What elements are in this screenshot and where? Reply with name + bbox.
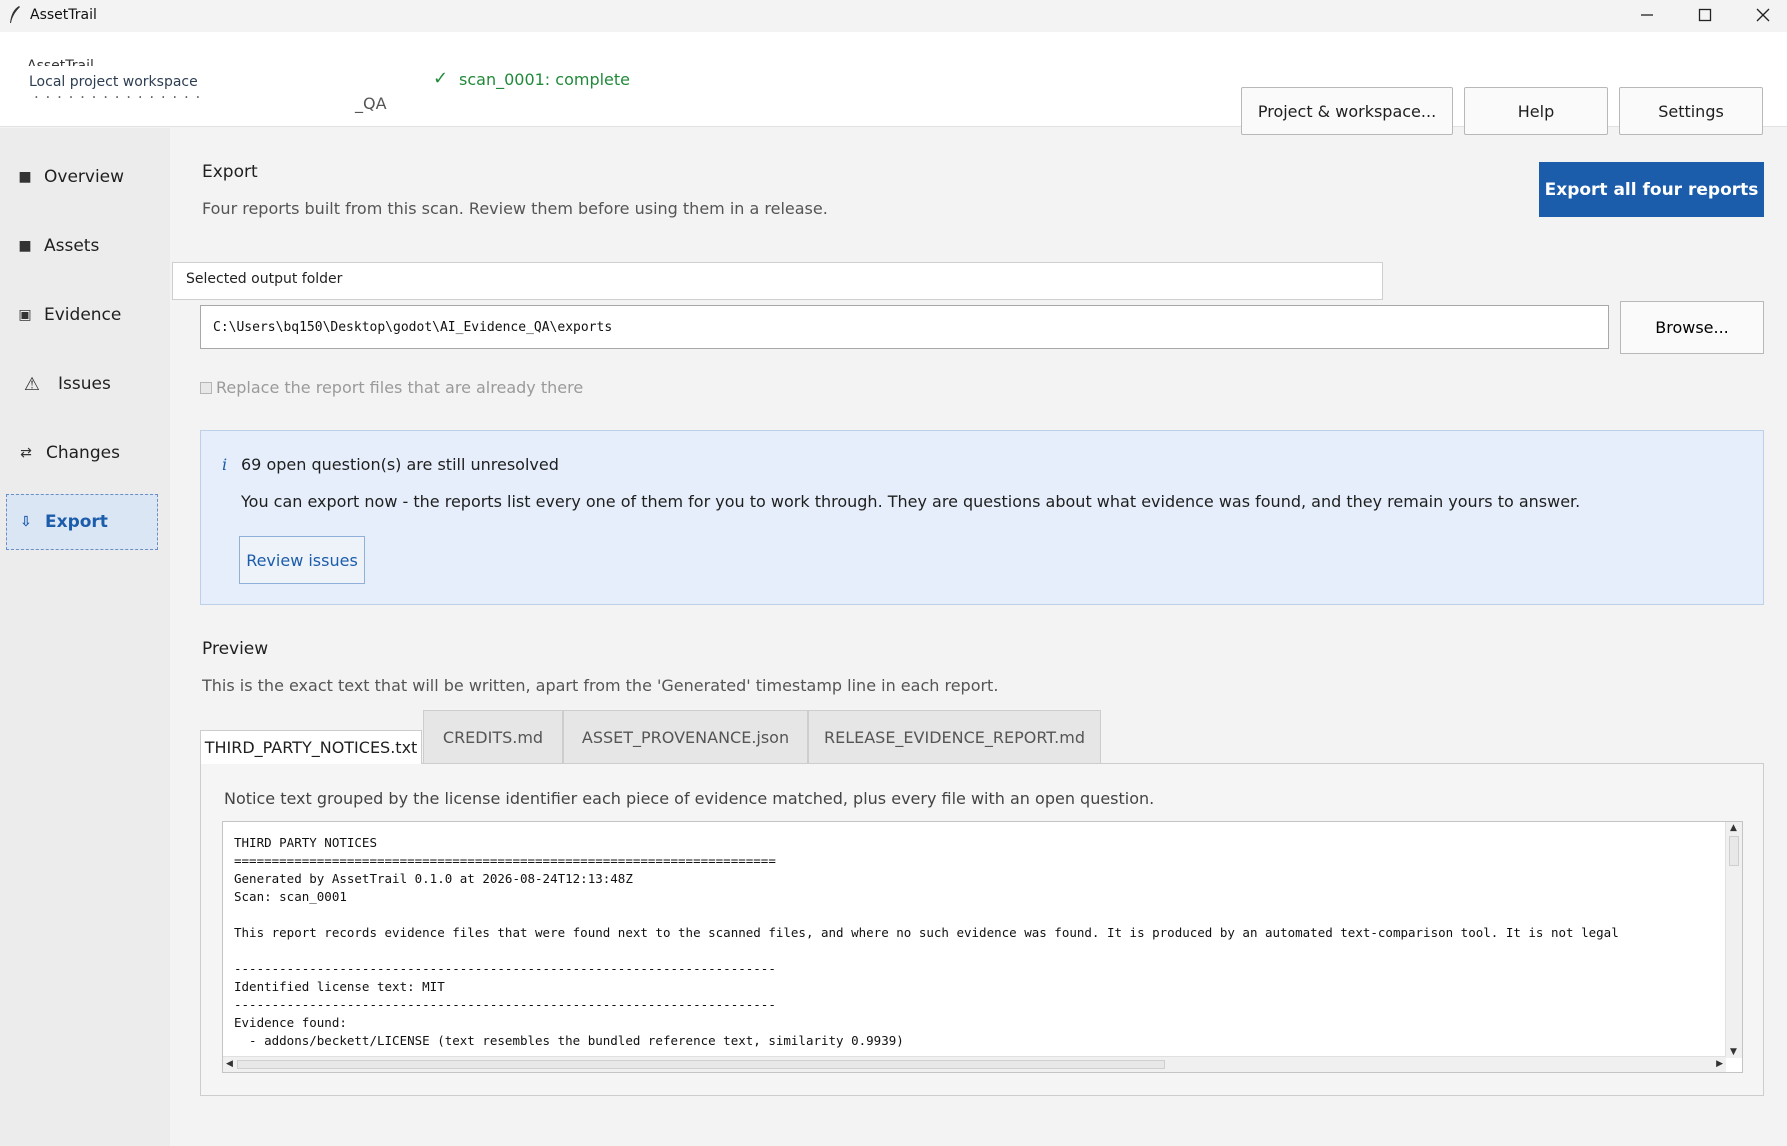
info-icon: i	[222, 455, 228, 474]
sidebar-item-label: Issues	[58, 374, 111, 394]
scroll-left-icon[interactable]: ◀	[226, 1059, 233, 1069]
warning-icon: ⚠	[23, 373, 41, 395]
app-header: AssetTrail Local project workspace . . .…	[0, 32, 1787, 135]
scroll-up-icon[interactable]: ▲	[1730, 823, 1737, 833]
scan-status: scan_0001: complete	[459, 70, 631, 89]
feather-icon	[10, 6, 20, 23]
sidebar-item-label: Assets	[44, 236, 100, 256]
minimize-icon[interactable]	[1618, 0, 1676, 30]
sidebar-item-label: Overview	[44, 167, 125, 187]
overview-icon: ■	[18, 169, 32, 185]
replace-files-label: Replace the report files that are alread…	[216, 378, 584, 397]
vertical-scroll-thumb[interactable]	[1729, 836, 1739, 866]
title-bar: AssetTrail	[0, 0, 1787, 32]
review-issues-button[interactable]: Review issues	[239, 536, 365, 584]
browse-button[interactable]: Browse...	[1620, 301, 1764, 354]
vertical-scrollbar[interactable]: ▲ ▼	[1725, 822, 1742, 1058]
notice-title: 69 open question(s) are still unresolved	[241, 455, 559, 474]
sidebar-item-export[interactable]: ⇩ Export	[6, 494, 158, 550]
tab-asset-provenance[interactable]: ASSET_PROVENANCE.json	[563, 710, 808, 764]
project-path: . . . . . . . . . . . . . . . _QA	[29, 92, 389, 118]
replace-files-checkbox[interactable]	[200, 382, 212, 394]
project-name: AssetTrail	[27, 58, 94, 66]
notice-body: You can export now - the reports list ev…	[241, 492, 1581, 511]
sidebar-item-label: Evidence	[44, 305, 122, 325]
sidebar-item-label: Export	[45, 512, 108, 532]
preview-text-area[interactable]: THIRD PARTY NOTICES ====================…	[222, 821, 1743, 1073]
settings-button[interactable]: Settings	[1619, 87, 1763, 135]
sidebar-item-evidence[interactable]: ▣ Evidence	[6, 287, 158, 343]
horizontal-scroll-thumb[interactable]	[237, 1060, 1165, 1069]
preview-title: Preview	[202, 639, 269, 659]
project-path-obscured: . . . . . . . . . . . . . . .	[34, 92, 202, 102]
tab-third-party-notices[interactable]: THIRD_PARTY_NOTICES.txt	[200, 730, 422, 764]
window-title: AssetTrail	[30, 7, 97, 23]
maximize-icon[interactable]	[1676, 0, 1734, 30]
project-path-suffix: _QA	[355, 94, 387, 113]
close-icon[interactable]	[1734, 0, 1787, 30]
scroll-right-icon[interactable]: ▶	[1716, 1059, 1723, 1069]
scroll-down-icon[interactable]: ▼	[1730, 1047, 1737, 1057]
export-icon: ⇩	[20, 514, 32, 530]
help-button[interactable]: Help	[1464, 87, 1608, 135]
sidebar-item-label: Changes	[46, 443, 120, 463]
sidebar: ■ Overview ■ Assets ▣ Evidence ⚠ Issues …	[0, 128, 170, 1146]
project-subtitle: Local project workspace	[29, 74, 198, 90]
page-description: Four reports built from this scan. Revie…	[202, 199, 828, 218]
project-workspace-button[interactable]: Project & workspace...	[1241, 87, 1453, 135]
tab-description: Notice text grouped by the license ident…	[224, 789, 1155, 808]
folder-label-box	[172, 262, 1383, 300]
assets-icon: ■	[18, 238, 32, 254]
folder-label: Selected output folder	[186, 271, 343, 287]
export-all-button[interactable]: Export all four reports	[1539, 162, 1764, 217]
changes-icon: ⇄	[20, 445, 32, 461]
preview-description: This is the exact text that will be writ…	[202, 676, 999, 695]
sidebar-item-overview[interactable]: ■ Overview	[6, 149, 158, 205]
sidebar-item-changes[interactable]: ⇄ Changes	[6, 425, 158, 481]
sidebar-item-assets[interactable]: ■ Assets	[6, 218, 158, 274]
tab-release-evidence-report[interactable]: RELEASE_EVIDENCE_REPORT.md	[808, 710, 1101, 764]
page-title: Export	[202, 162, 258, 182]
sidebar-item-issues[interactable]: ⚠ Issues	[6, 356, 158, 412]
tab-credits[interactable]: CREDITS.md	[423, 710, 563, 764]
output-folder-input[interactable]	[200, 305, 1609, 349]
horizontal-scrollbar[interactable]: ◀ ▶	[223, 1056, 1726, 1072]
evidence-icon: ▣	[18, 307, 32, 323]
preview-text: THIRD PARTY NOTICES ====================…	[234, 835, 1619, 1048]
check-icon: ✓	[433, 68, 449, 89]
